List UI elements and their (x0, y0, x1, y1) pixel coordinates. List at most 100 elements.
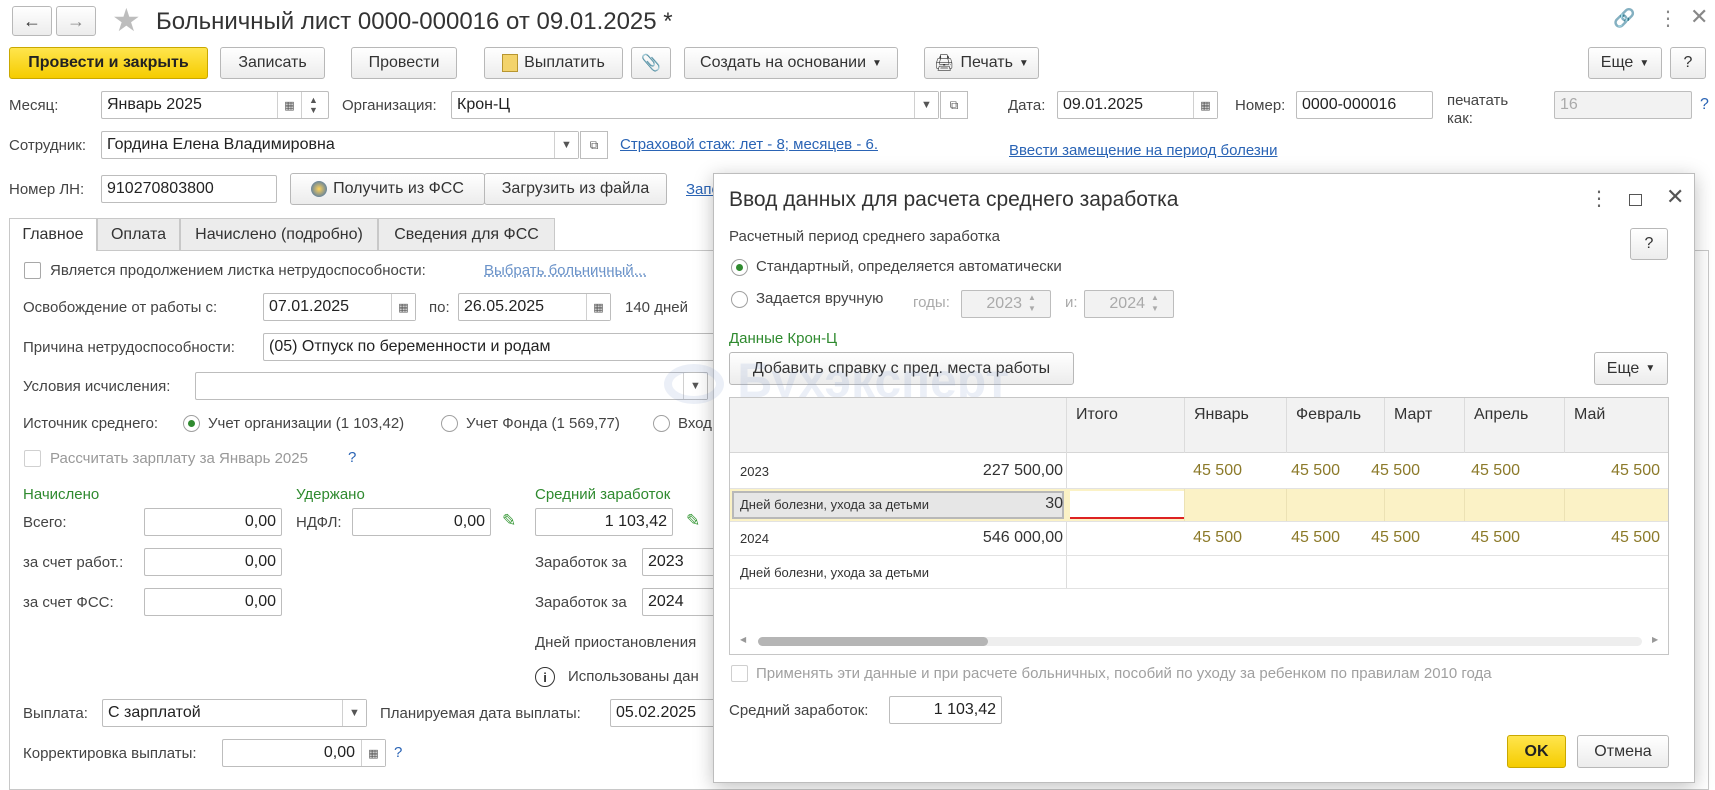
table-cell-total[interactable]: 546 000,00 (983, 529, 1063, 547)
employee-field[interactable]: Гордина Елена Владимировна (101, 131, 579, 159)
stepper-icon[interactable]: ▲ ▼ (1151, 292, 1159, 314)
open-icon[interactable]: ⧉ (940, 91, 968, 119)
stepper-icon[interactable]: ▲ ▼ (301, 92, 325, 118)
fss-field[interactable]: 0,00 (144, 588, 282, 616)
column-header-jan[interactable]: Январь (1194, 406, 1249, 424)
dropdown-arrow-icon[interactable]: ▼ (914, 92, 938, 118)
star-icon[interactable]: ★ (112, 2, 141, 38)
manual-period-radio[interactable] (731, 291, 748, 308)
table-cell[interactable]: 45 500 (1291, 529, 1340, 547)
get-from-fss-button[interactable]: Получить из ФСС (290, 173, 485, 205)
earnings-year1-field[interactable]: 2023 (642, 548, 718, 576)
ndfl-field[interactable]: 0,00 (352, 508, 491, 536)
column-header-mar[interactable]: Март (1394, 406, 1432, 424)
help-link[interactable]: ? (1700, 96, 1709, 114)
payout-field[interactable]: С зарплатой (102, 699, 367, 727)
cancel-button[interactable]: Отмена (1577, 735, 1669, 768)
tab-main[interactable]: Главное (9, 218, 97, 251)
post-button[interactable]: Провести (351, 47, 457, 79)
scrollbar-thumb[interactable] (758, 637, 988, 646)
ok-button[interactable]: OK (1507, 735, 1566, 768)
continuation-checkbox[interactable] (24, 262, 41, 279)
close-icon[interactable]: ✕ (1666, 184, 1684, 210)
insurance-experience-link[interactable]: Страховой стаж: лет - 8; месяцев - 6. (620, 136, 878, 153)
standard-period-radio[interactable] (731, 259, 748, 276)
more-vertical-icon[interactable]: ⋮ (1658, 6, 1678, 31)
calendar-icon[interactable]: ▦ (586, 294, 610, 320)
attach-button[interactable]: 📎 (631, 47, 671, 79)
total-field[interactable]: 0,00 (144, 508, 282, 536)
tab-payment[interactable]: Оплата (97, 218, 180, 250)
print-button[interactable]: 🖨 Печать ▼ (924, 47, 1039, 79)
apply-2010-checkbox[interactable] (731, 665, 748, 682)
table-cell-total[interactable]: 227 500,00 (983, 462, 1063, 480)
print-as-field[interactable]: 16 (1554, 91, 1692, 119)
more-vertical-icon[interactable]: ⋮ (1589, 186, 1609, 211)
planned-date-field[interactable]: 05.02.2025 (610, 699, 720, 727)
tab-accrued-detailed[interactable]: Начислено (подробно) (180, 218, 378, 250)
table-cell-total-editing[interactable] (1070, 491, 1184, 519)
table-cell[interactable]: 45 500 (1611, 462, 1660, 480)
table-cell[interactable]: 45 500 (1371, 462, 1420, 480)
employer-field[interactable]: 0,00 (144, 548, 282, 576)
correction-help[interactable]: ? (394, 744, 402, 761)
back-button[interactable]: ← (12, 6, 52, 36)
pencil-icon[interactable]: ✎ (686, 511, 700, 531)
column-header-apr[interactable]: Апрель (1474, 406, 1528, 424)
column-header-feb[interactable]: Февраль (1296, 406, 1361, 424)
close-icon[interactable]: ✕ (1690, 4, 1708, 30)
dialog-help-button[interactable]: ? (1630, 228, 1668, 260)
calendar-icon[interactable]: ▦ (391, 294, 415, 320)
pay-button[interactable]: Выплатить (484, 47, 623, 79)
table-cell-total[interactable]: 30 (1045, 495, 1063, 513)
maximize-icon[interactable] (1629, 194, 1642, 206)
calculator-icon[interactable]: ▦ (361, 740, 385, 766)
tab-fss-info[interactable]: Сведения для ФСС (378, 218, 555, 250)
choose-sick-leave-link[interactable]: Выбрать больничный... (484, 262, 646, 279)
calendar-icon[interactable]: ▦ (277, 92, 301, 118)
year-from-field[interactable]: 2023 (961, 290, 1051, 318)
more-button[interactable]: Еще ▼ (1588, 47, 1662, 79)
reason-field[interactable]: (05) Отпуск по беременности и родам (263, 333, 716, 361)
scroll-left-icon[interactable]: ◀ (740, 635, 746, 644)
help-button[interactable]: ? (1670, 47, 1706, 79)
source-input-radio[interactable] (653, 415, 670, 432)
forward-button[interactable]: → (56, 6, 96, 36)
column-header-total[interactable]: Итого (1076, 406, 1118, 424)
table-cell[interactable]: 45 500 (1471, 529, 1520, 547)
stepper-icon[interactable]: ▲ ▼ (1028, 292, 1036, 314)
dialog-more-button[interactable]: Еще ▼ (1594, 352, 1668, 385)
source-org-radio[interactable] (183, 415, 200, 432)
table-cell[interactable]: 45 500 (1193, 529, 1242, 547)
dialog-average-field[interactable]: 1 103,42 (889, 696, 1002, 724)
table-cell[interactable]: 45 500 (1611, 529, 1660, 547)
table-cell[interactable]: 45 500 (1291, 462, 1340, 480)
column-header-may[interactable]: Май (1574, 406, 1605, 424)
table-cell[interactable]: 45 500 (1193, 462, 1242, 480)
load-from-file-button[interactable]: Загрузить из файла (484, 173, 667, 205)
average-earnings-field[interactable]: 1 103,42 (535, 508, 673, 536)
open-icon[interactable]: ⧉ (580, 131, 608, 159)
earnings-grid[interactable]: Итого Январь Февраль Март Апрель Май 202… (729, 397, 1669, 655)
number-field[interactable]: 0000-000016 (1296, 91, 1433, 119)
pencil-icon[interactable]: ✎ (502, 511, 516, 531)
earnings-year2-field[interactable]: 2024 (642, 588, 718, 616)
ln-number-field[interactable]: 910270803800 (101, 175, 277, 203)
link-icon[interactable]: 🔗 (1613, 8, 1635, 29)
organization-field[interactable]: Крон-Ц (451, 91, 939, 119)
scroll-right-icon[interactable]: ▶ (1652, 635, 1658, 644)
dropdown-arrow-icon[interactable]: ▼ (554, 132, 578, 158)
table-cell[interactable]: 45 500 (1471, 462, 1520, 480)
dropdown-arrow-icon[interactable]: ▼ (342, 700, 366, 726)
calc-salary-help[interactable]: ? (348, 449, 356, 466)
replacement-link[interactable]: Ввести замещение на период болезни (1009, 142, 1277, 159)
calendar-icon[interactable]: ▦ (1193, 92, 1217, 118)
post-and-close-button[interactable]: Провести и закрыть (9, 47, 208, 79)
conditions-field[interactable] (195, 372, 708, 400)
source-fund-radio[interactable] (441, 415, 458, 432)
create-based-on-button[interactable]: Создать на основании ▼ (684, 47, 898, 79)
calc-salary-checkbox[interactable] (24, 450, 41, 467)
table-cell[interactable]: 45 500 (1371, 529, 1420, 547)
year-to-field[interactable]: 2024 (1084, 290, 1174, 318)
save-button[interactable]: Записать (220, 47, 325, 79)
